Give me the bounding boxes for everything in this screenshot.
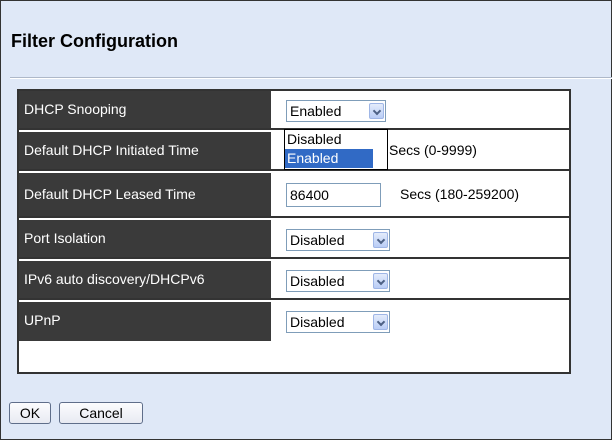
dhcp-leased-time-value-cell: 86400 Secs (180-259200) xyxy=(275,173,569,216)
upnp-select[interactable]: Disabled xyxy=(286,311,390,333)
dhcp-initiated-time-unit: Secs (0-9999) xyxy=(389,142,477,158)
chevron-down-icon[interactable] xyxy=(369,103,384,119)
port-isolation-label: Port Isolation xyxy=(19,220,273,257)
ipv6-discovery-selected-value: Disabled xyxy=(290,273,345,289)
row-dhcp-snooping: DHCP Snooping Enabled xyxy=(19,91,569,130)
row-upnp: UPnP Disabled xyxy=(19,302,569,341)
dhcp-snooping-dropdown-list: Disabled Enabled xyxy=(284,129,388,170)
dhcp-leased-time-label: Default DHCP Leased Time xyxy=(19,173,273,216)
row-port-isolation: Port Isolation Disabled xyxy=(19,220,569,259)
dhcp-snooping-selected-value: Enabled xyxy=(290,103,342,119)
dhcp-leased-time-input[interactable]: 86400 xyxy=(286,183,381,207)
row-dhcp-leased-time: Default DHCP Leased Time 86400 Secs (180… xyxy=(19,173,569,218)
port-isolation-selected-value: Disabled xyxy=(290,232,345,248)
title-divider xyxy=(10,77,612,79)
row-ipv6-discovery: IPv6 auto discovery/DHCPv6 Disabled xyxy=(19,261,569,300)
ipv6-discovery-value-cell: Disabled xyxy=(275,261,569,298)
upnp-label: UPnP xyxy=(19,302,273,341)
upnp-selected-value: Disabled xyxy=(290,314,345,330)
chevron-down-icon[interactable] xyxy=(373,232,388,248)
port-isolation-value-cell: Disabled xyxy=(275,220,569,257)
ok-button[interactable]: OK xyxy=(9,402,51,424)
dhcp-snooping-value-cell: Enabled xyxy=(275,91,569,128)
chevron-down-icon[interactable] xyxy=(373,314,388,330)
dropdown-option-enabled[interactable]: Enabled xyxy=(285,149,373,168)
page-frame: Filter Configuration DHCP Snooping Enabl… xyxy=(0,0,612,440)
cancel-button[interactable]: Cancel xyxy=(59,402,143,424)
chevron-down-icon[interactable] xyxy=(373,273,388,289)
ipv6-discovery-label: IPv6 auto discovery/DHCPv6 xyxy=(19,261,273,298)
port-isolation-select[interactable]: Disabled xyxy=(286,229,390,251)
dhcp-initiated-time-label: Default DHCP Initiated Time xyxy=(19,132,273,169)
ipv6-discovery-select[interactable]: Disabled xyxy=(286,270,390,292)
upnp-value-cell: Disabled xyxy=(275,302,569,341)
page-title: Filter Configuration xyxy=(11,31,178,51)
dhcp-snooping-label: DHCP Snooping xyxy=(19,91,273,128)
dhcp-leased-time-unit: Secs (180-259200) xyxy=(400,186,520,202)
dhcp-snooping-select[interactable]: Enabled xyxy=(286,100,386,122)
dropdown-option-disabled[interactable]: Disabled xyxy=(285,130,387,149)
